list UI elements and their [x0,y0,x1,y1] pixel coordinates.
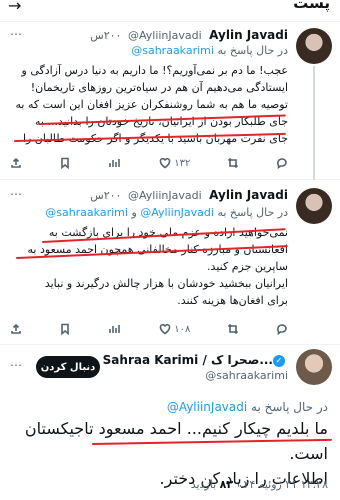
tweet-meta: ۱۳:۴۸ ۳۱ ژوئیه ۲۴ · ۸۳ بازدید [190,478,328,491]
author-handle[interactable]: @AyliinJavadi [128,29,202,42]
mention-link[interactable]: @AyliinJavadi [167,400,247,414]
body-line: برای افغان‌ها هزینه کنند. [177,294,288,307]
repost-icon[interactable] [227,322,239,336]
tweet-actions: ۱۳۲ [10,156,288,170]
views-stat[interactable] [108,322,123,336]
like-count: ۱۳۲ [174,157,191,169]
share-icon[interactable] [10,156,22,170]
replying-to: در حال پاسخ به @sahraakarimi [10,44,288,57]
author-handle[interactable]: @AyliinJavadi [128,189,202,202]
verified-badge-icon: ✓ [273,354,285,367]
like-stat[interactable]: ۱۳۲ [159,156,190,170]
bookmark-icon[interactable] [59,322,71,336]
body-line: توصیه ما هم به شما روشنفکران عزیز افغان … [15,98,289,111]
tweet-timestamp[interactable]: ۱۳:۴۸ ۳۱ ژوئیه ۲۴ [244,478,328,491]
replying-to: در حال پاسخ به @AyliinJavadi [10,400,328,414]
author-name-text: Sahraa Karimi / صحرا ک... [102,353,273,367]
avatar[interactable] [296,349,332,385]
author-handle[interactable]: @sahraakarimi [205,369,288,382]
arrow-right-icon[interactable]: → [8,0,21,15]
page-title: پست [293,0,330,12]
author-name[interactable]: Aylin Javadi [209,28,288,42]
tweet-time[interactable]: ۲۰۰س [90,189,121,202]
repost-icon[interactable] [227,156,239,170]
replying-prefix: در حال پاسخ به [251,400,328,414]
reply-icon[interactable] [276,322,288,336]
follow-button[interactable]: دنبال کردن [36,356,100,378]
replying-prefix: در حال پاسخ به [217,44,288,57]
mention-link[interactable]: @sahraakarimi [131,44,214,57]
tweet-header: Aylin Javadi @AyliinJavadi ۲۰۰س [24,28,288,44]
reply-tweet[interactable]: Aylin Javadi @AyliinJavadi ۲۰۰س ⋯ در حال… [0,180,340,345]
author-name[interactable]: Sahraa Karimi / صحرا ک... ✓ [103,353,288,367]
body-line: ایرانیان ببخشید خودشان با هزار چالش درگی… [44,277,288,290]
more-icon[interactable]: ⋯ [10,27,22,41]
share-icon[interactable] [10,322,22,336]
views-label: بازدید [190,478,217,491]
avatar[interactable] [296,28,332,64]
reply-icon[interactable] [276,156,288,170]
like-stat[interactable]: ۱۰۸ [159,322,190,336]
tweet-header: Aylin Javadi @AyliinJavadi ۲۰۰س [24,188,288,204]
replying-prefix: در حال پاسخ به [217,206,288,219]
body-line: عجب! ما دم بر نمی‌آوریم؟! ما داریم به دن… [21,64,288,77]
replying-and: و [131,206,137,219]
tweet-actions: ۱۰۸ [10,322,288,336]
views-stat[interactable] [108,156,123,170]
body-line: نمی‌خواهید اراده و عزم ملی خود را برای ب… [48,226,288,239]
tweet-time[interactable]: ۲۰۰س [90,29,121,42]
avatar[interactable] [296,188,332,224]
more-icon[interactable]: ⋯ [10,187,22,201]
views-count: ۸۳ [219,478,234,491]
more-icon[interactable]: ⋯ [10,358,22,372]
body-line: ساپرین جزم کنید. [207,260,288,273]
reply-tweet[interactable]: Aylin Javadi @AyliinJavadi ۲۰۰س ⋯ در حال… [0,22,340,180]
replying-to: در حال پاسخ به @AyliinJavadi و @sahraaka… [10,206,288,219]
mention-link[interactable]: @AyliinJavadi [140,206,214,219]
top-bar: پست → [0,0,340,22]
body-line: ایستادگی می‌دهیم آن هم در سیاه‌ترین روزه… [30,81,288,94]
mention-link[interactable]: @sahraakarimi [45,206,128,219]
like-count: ۱۰۸ [174,323,191,335]
bookmark-icon[interactable] [59,156,71,170]
thread-line [313,66,315,180]
author-name[interactable]: Aylin Javadi [209,188,288,202]
